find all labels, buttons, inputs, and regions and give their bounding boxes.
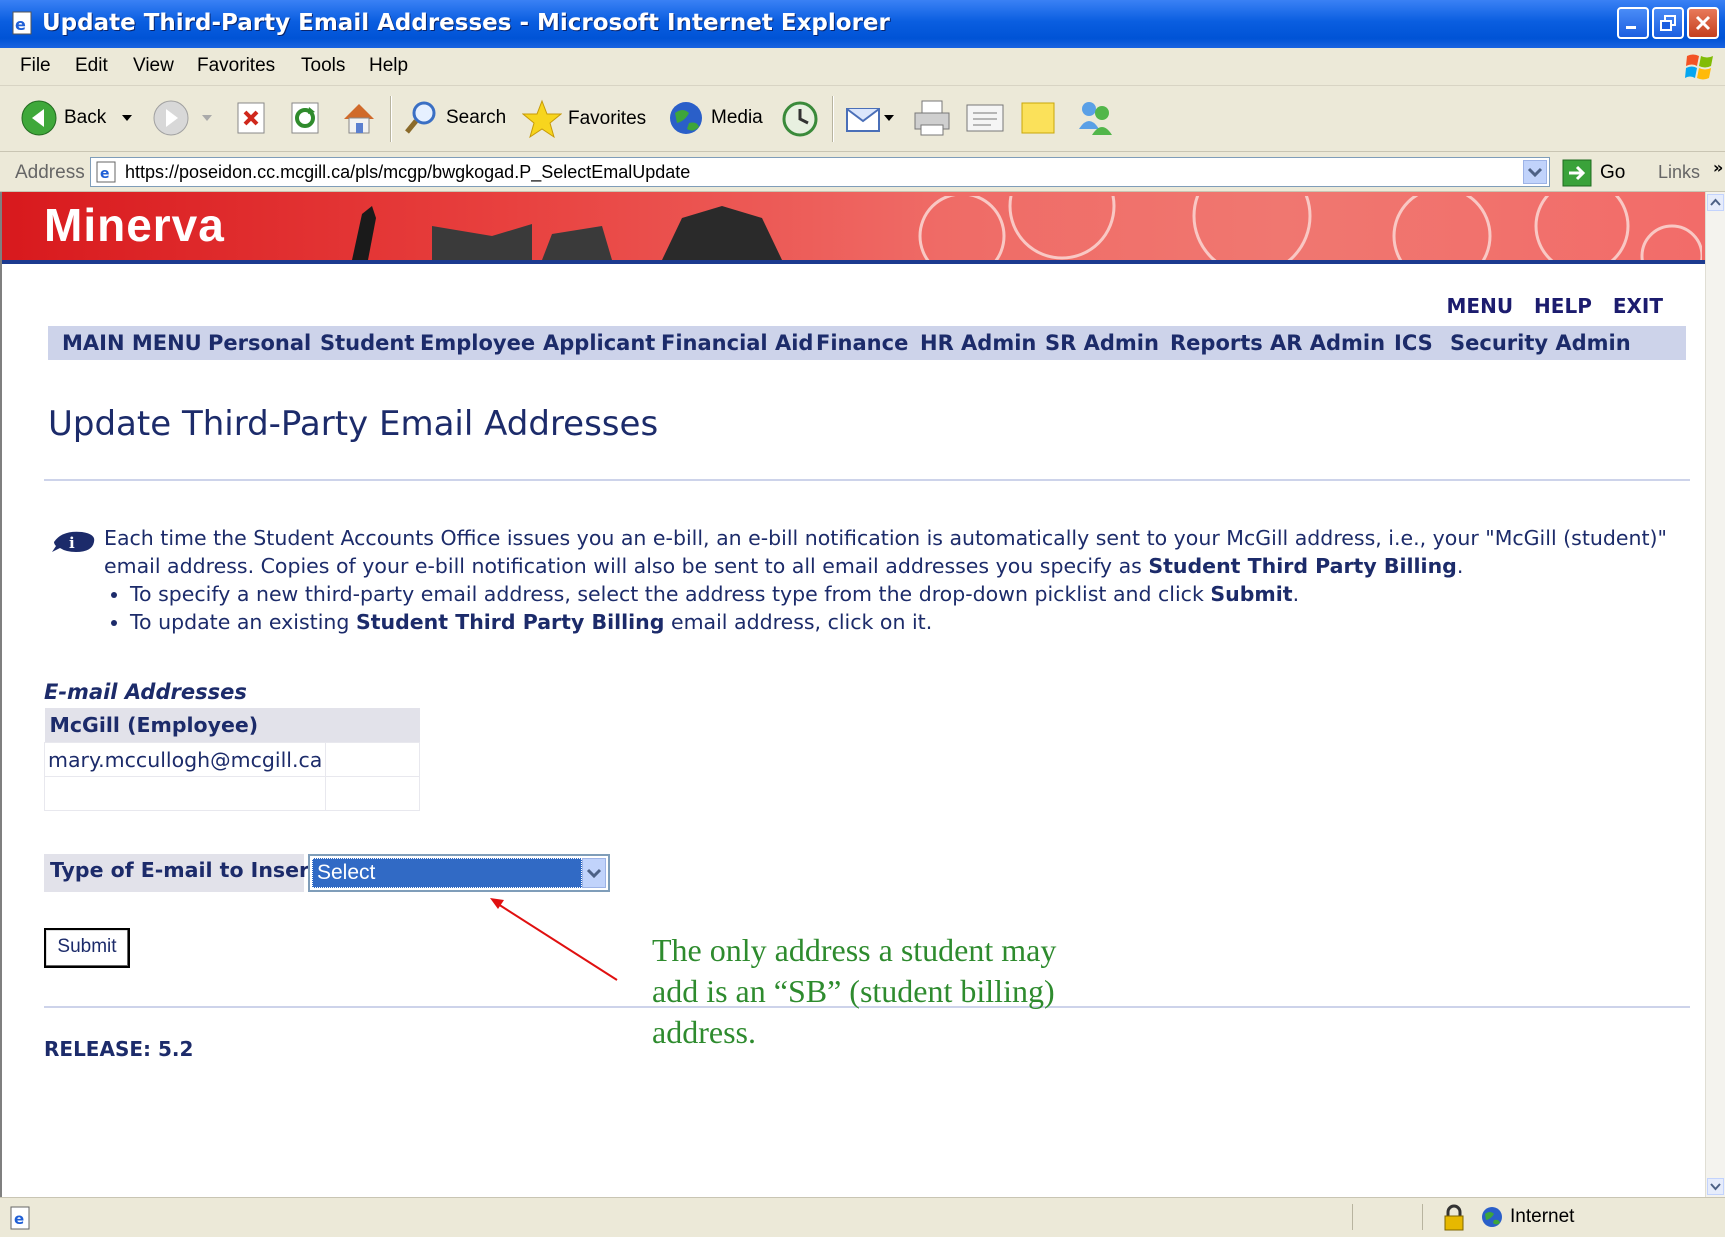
chevron-down-icon bbox=[122, 115, 133, 121]
go-label: Go bbox=[1600, 162, 1626, 183]
nav-ar-admin[interactable]: AR Admin bbox=[1270, 331, 1385, 355]
printer-icon bbox=[914, 100, 950, 136]
status-bar: e Internet bbox=[0, 1197, 1725, 1237]
address-input[interactable]: e https://poseidon.cc.mcgill.ca/pls/mcgp… bbox=[90, 157, 1550, 187]
scroll-up-button[interactable] bbox=[1707, 194, 1724, 211]
svg-text:e: e bbox=[14, 1210, 24, 1228]
star-icon bbox=[522, 99, 562, 139]
forward-button[interactable] bbox=[152, 99, 214, 137]
menu-bar: File Edit View Favorites Tools Help bbox=[0, 48, 1725, 86]
mail-button[interactable] bbox=[845, 101, 895, 135]
globe-icon bbox=[1482, 1207, 1502, 1227]
go-arrow-icon bbox=[1562, 159, 1592, 187]
back-label: Back bbox=[64, 107, 107, 128]
minimize-button[interactable] bbox=[1617, 7, 1649, 39]
svg-text:e: e bbox=[100, 166, 110, 182]
chevron-down-icon bbox=[1710, 1183, 1721, 1191]
vertical-scrollbar[interactable] bbox=[1705, 192, 1725, 1197]
menu-view[interactable]: View bbox=[133, 55, 174, 77]
standard-toolbar: Back Search Favorites Media bbox=[0, 86, 1725, 152]
annotation-note: The only address a student may add is an… bbox=[652, 932, 1057, 1050]
annotation-arrow bbox=[490, 898, 618, 981]
media-globe-icon bbox=[670, 102, 702, 134]
stop-icon bbox=[237, 102, 265, 134]
search-icon bbox=[405, 101, 436, 134]
help-link[interactable]: HELP bbox=[1534, 294, 1592, 318]
back-arrow-icon bbox=[21, 100, 57, 136]
edit-document-icon bbox=[966, 104, 1004, 132]
minimize-icon bbox=[1626, 26, 1636, 29]
security-zone: Internet bbox=[1480, 1205, 1574, 1229]
scroll-down-button[interactable] bbox=[1707, 1178, 1724, 1195]
menu-edit[interactable]: Edit bbox=[75, 55, 108, 77]
ie-page-icon: e bbox=[12, 11, 32, 35]
nav-finance[interactable]: Finance bbox=[816, 331, 908, 355]
address-label: Address bbox=[15, 162, 85, 183]
back-button[interactable]: Back bbox=[20, 99, 134, 137]
media-button[interactable]: Media bbox=[667, 99, 763, 137]
chevron-down-icon bbox=[884, 115, 894, 121]
forward-arrow-icon bbox=[153, 100, 189, 136]
close-button[interactable] bbox=[1687, 7, 1719, 39]
discuss-button[interactable] bbox=[1020, 101, 1058, 135]
history-icon bbox=[782, 101, 818, 137]
close-icon bbox=[1695, 15, 1711, 31]
mail-icon bbox=[846, 108, 880, 132]
history-button[interactable] bbox=[780, 99, 820, 139]
release-version: RELEASE: 5.2 bbox=[44, 1037, 194, 1061]
print-button[interactable] bbox=[912, 99, 952, 137]
nav-security-admin[interactable]: Security Admin bbox=[1450, 331, 1631, 355]
window-title: Update Third-Party Email Addresses - Mic… bbox=[42, 10, 890, 36]
menu-link[interactable]: MENU bbox=[1447, 294, 1514, 318]
nav-hr-admin[interactable]: HR Admin bbox=[920, 331, 1036, 355]
exit-link[interactable]: EXIT bbox=[1613, 294, 1663, 318]
nav-reports[interactable]: Reports bbox=[1170, 331, 1263, 355]
status-cell bbox=[1352, 1204, 1353, 1230]
top-links: MENU HELP EXIT bbox=[1433, 294, 1663, 318]
chevron-up-icon bbox=[1710, 198, 1721, 206]
address-url: https://poseidon.cc.mcgill.ca/pls/mcgp/b… bbox=[125, 162, 691, 182]
note-icon bbox=[1021, 102, 1055, 134]
page-viewport: Minerva MENU HELP EXIT MAIN MENU Persona… bbox=[0, 192, 1705, 1197]
chevron-right-icon[interactable]: » bbox=[1713, 158, 1723, 177]
address-bar: Address e https://poseidon.cc.mcgill.ca/… bbox=[0, 152, 1725, 192]
home-icon bbox=[344, 104, 374, 134]
links-toolbar[interactable]: Links bbox=[1658, 162, 1700, 183]
home-button[interactable] bbox=[340, 99, 378, 137]
search-button[interactable]: Search bbox=[402, 99, 506, 137]
toolbar-separator bbox=[832, 96, 834, 142]
title-bar: e Update Third-Party Email Addresses - M… bbox=[0, 0, 1725, 48]
status-cell bbox=[1422, 1204, 1423, 1230]
svg-text:e: e bbox=[15, 15, 26, 34]
toolbar-separator bbox=[390, 96, 392, 142]
messenger-button[interactable] bbox=[1075, 99, 1115, 137]
menu-file[interactable]: File bbox=[20, 55, 51, 77]
ie-page-icon: e bbox=[96, 161, 116, 183]
go-button[interactable]: Go bbox=[1562, 159, 1625, 187]
messenger-people-icon bbox=[1079, 102, 1112, 135]
windows-logo-icon bbox=[1685, 54, 1713, 80]
chevron-down-icon bbox=[1527, 167, 1543, 178]
menu-help[interactable]: Help bbox=[369, 55, 408, 77]
lock-icon bbox=[1444, 1204, 1464, 1231]
refresh-button[interactable] bbox=[290, 101, 322, 135]
ie-page-icon: e bbox=[10, 1206, 30, 1230]
edit-button[interactable] bbox=[965, 101, 1005, 135]
stop-button[interactable] bbox=[236, 101, 268, 135]
chevron-down-icon bbox=[202, 115, 212, 121]
address-dropdown-button[interactable] bbox=[1523, 160, 1547, 184]
favorites-button[interactable]: Favorites bbox=[522, 99, 646, 139]
restore-button[interactable] bbox=[1652, 7, 1684, 39]
refresh-icon bbox=[291, 102, 319, 134]
search-label: Search bbox=[446, 107, 507, 128]
menu-tools[interactable]: Tools bbox=[301, 55, 345, 77]
nav-ics[interactable]: ICS bbox=[1394, 331, 1433, 355]
media-label: Media bbox=[711, 107, 763, 128]
restore-icon bbox=[1660, 15, 1676, 31]
nav-sr-admin[interactable]: SR Admin bbox=[1045, 331, 1159, 355]
zone-label: Internet bbox=[1510, 1206, 1575, 1227]
menu-favorites[interactable]: Favorites bbox=[197, 55, 275, 77]
favorites-label: Favorites bbox=[568, 108, 647, 129]
